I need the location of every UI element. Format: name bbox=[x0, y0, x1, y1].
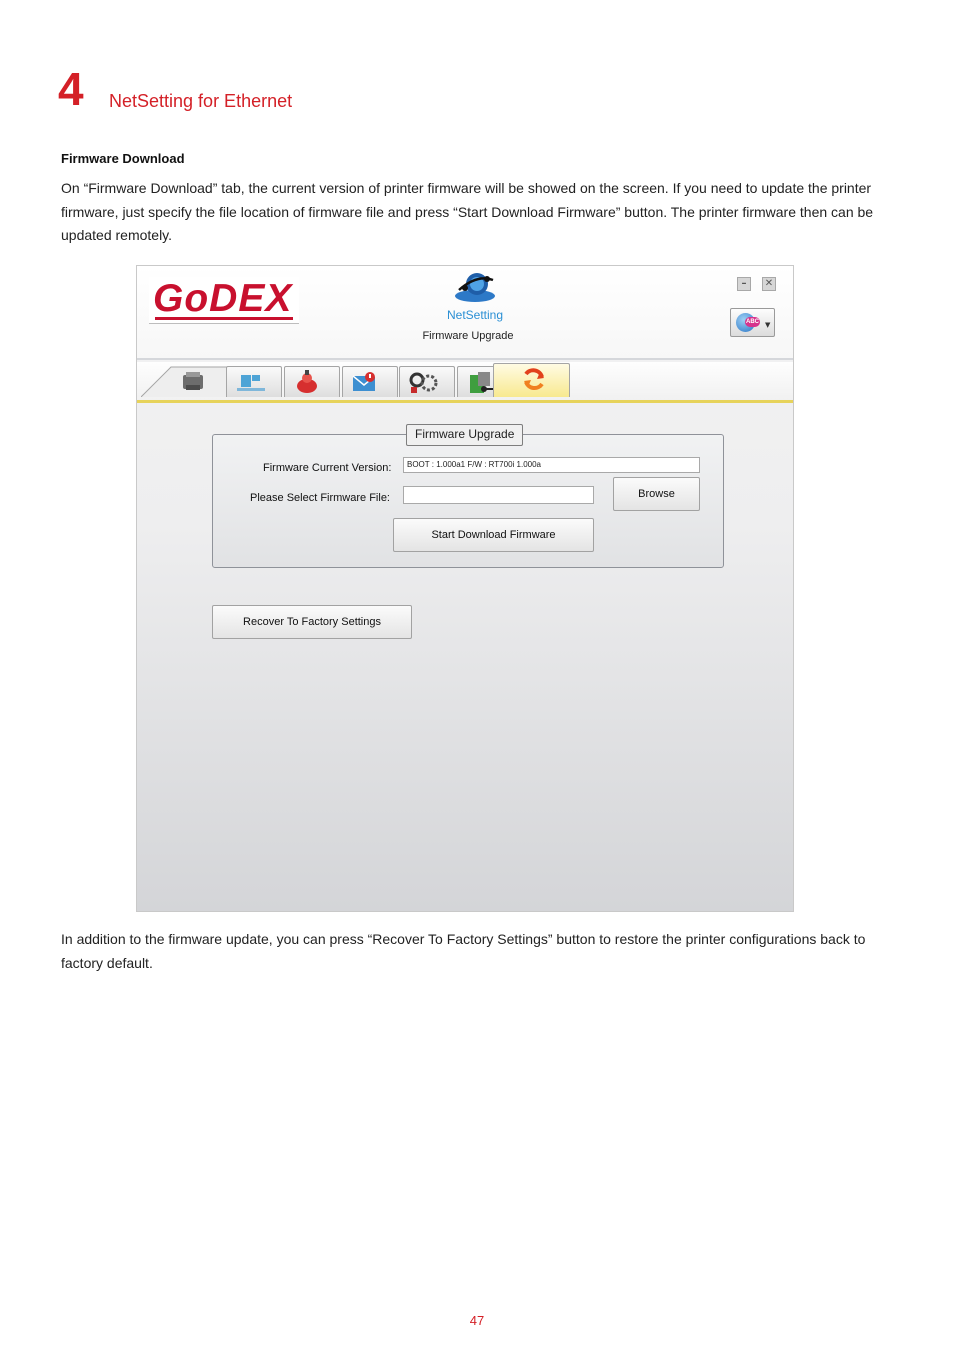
tab-strip bbox=[137, 362, 793, 403]
netsetting-globe-icon bbox=[455, 273, 495, 302]
chapter-title: NetSetting for Ethernet bbox=[109, 91, 293, 111]
tab-email[interactable] bbox=[342, 366, 398, 397]
netsetting-window: GoDEX NetSetting Firmware Upgrade – ✕ AB… bbox=[136, 265, 794, 912]
gears-icon bbox=[409, 372, 438, 393]
netsetting-label: NetSetting bbox=[447, 308, 504, 322]
network-icon bbox=[237, 375, 265, 391]
section-heading: Firmware Download bbox=[61, 151, 185, 166]
minimize-button[interactable]: – bbox=[737, 277, 751, 291]
browse-button[interactable]: Browse bbox=[613, 477, 700, 511]
recover-factory-button[interactable]: Recover To Factory Settings bbox=[212, 605, 412, 639]
alarm-icon bbox=[297, 370, 317, 393]
tab-network[interactable] bbox=[226, 366, 282, 397]
file-label: Please Select Firmware File: bbox=[250, 492, 390, 504]
outro-paragraph: In addition to the firmware update, you … bbox=[61, 931, 866, 971]
logo-text: GoDEX bbox=[153, 277, 293, 320]
tab-firmware-upgrade[interactable] bbox=[493, 363, 570, 397]
tab-settings[interactable] bbox=[399, 366, 455, 397]
mail-alert-icon bbox=[352, 372, 376, 391]
group-legend: Firmware Upgrade bbox=[406, 424, 524, 446]
intro-paragraph: On “Firmware Download” tab, the current … bbox=[61, 180, 874, 243]
godex-logo: GoDEX bbox=[149, 277, 299, 324]
logo-underline bbox=[155, 317, 293, 320]
tab-printer[interactable] bbox=[141, 366, 229, 397]
refresh-arrows-icon bbox=[524, 368, 544, 390]
printer-icon bbox=[183, 372, 203, 390]
version-label: Firmware Current Version: bbox=[263, 462, 392, 474]
language-badge: ABC bbox=[745, 317, 760, 327]
start-download-button[interactable]: Start Download Firmware bbox=[393, 518, 594, 552]
tab-alert[interactable] bbox=[284, 366, 340, 397]
firmware-file-input[interactable] bbox=[403, 486, 594, 504]
app-header: GoDEX NetSetting Firmware Upgrade – ✕ AB… bbox=[137, 266, 793, 360]
chevron-down-icon: ▼ bbox=[765, 321, 771, 329]
page-number: 47 bbox=[469, 1313, 485, 1328]
close-button[interactable]: ✕ bbox=[762, 277, 776, 291]
version-field: BOOT : 1.000a1 F/W : RT700i 1.000a bbox=[403, 457, 700, 473]
language-button[interactable]: ABC ▼ bbox=[730, 308, 775, 337]
header-subtitle: Firmware Upgrade bbox=[422, 330, 514, 342]
chapter-number: 4 bbox=[58, 63, 84, 115]
